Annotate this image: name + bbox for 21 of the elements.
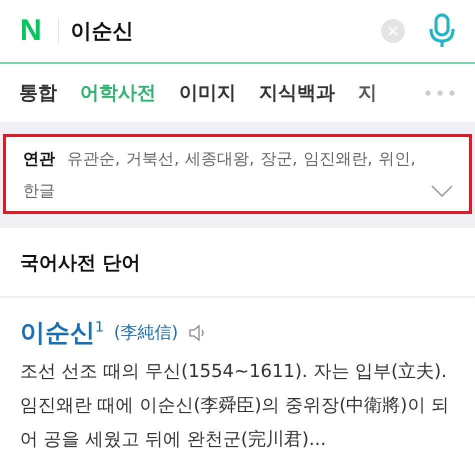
related-link[interactable]: 세종대왕,: [185, 147, 254, 171]
more-icon[interactable]: [425, 90, 455, 96]
related-link[interactable]: 위인,: [378, 147, 416, 171]
search-field[interactable]: 이순신: [70, 17, 381, 45]
related-label: 연관: [23, 148, 55, 170]
section-title: 국어사전 단어: [0, 228, 475, 298]
related-link[interactable]: 한글: [23, 179, 55, 203]
related-link[interactable]: 유관순,: [67, 147, 120, 171]
tab[interactable]: 이미지: [179, 80, 236, 106]
clear-icon[interactable]: [381, 19, 405, 43]
tab[interactable]: 지: [358, 80, 377, 106]
definition-text: 조선 선조 때의 무신(1554~1611). 자는 입부(立夫). 임진왜란 때에 이순신(李舜臣)의 중위장(中衛將)이 되어 공을 세웠고 뒤에 완천군(完川君)...: [20, 360, 450, 452]
microphone-icon[interactable]: [427, 13, 457, 49]
related-link[interactable]: 장군,: [260, 147, 298, 171]
tab[interactable]: 통합: [19, 80, 57, 106]
chevron-icon[interactable]: [431, 185, 453, 197]
related-link[interactable]: 임진왜란,: [303, 147, 372, 171]
headword-link[interactable]: 이순신$^{1}$: [20, 316, 104, 349]
hanja-text: (李純信): [114, 322, 178, 344]
tab[interactable]: 지식백과: [259, 80, 335, 106]
related-link[interactable]: 거북선,: [126, 147, 180, 171]
